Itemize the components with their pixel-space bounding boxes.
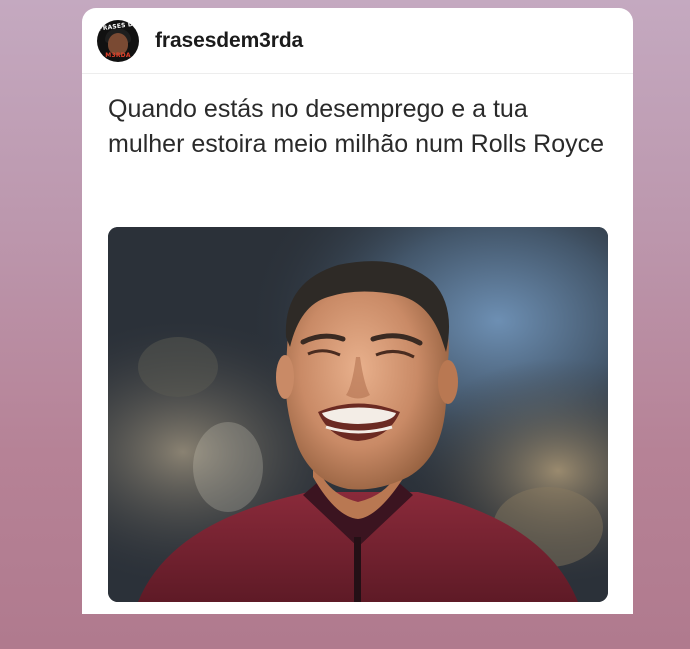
post-card: FRASES DE M3RDA frasesdem3rda Quando est…: [82, 8, 633, 614]
avatar-bottom-text: M3RDA: [105, 51, 131, 59]
post-caption: Quando estás no desemprego e a tua mulhe…: [108, 95, 605, 158]
avatar[interactable]: FRASES DE M3RDA: [97, 19, 139, 62]
username[interactable]: frasesdem3rda: [155, 29, 303, 53]
post-photo[interactable]: [108, 227, 608, 602]
post-header: FRASES DE M3RDA frasesdem3rda: [82, 8, 633, 74]
crying-man-photo-icon: [108, 227, 608, 602]
